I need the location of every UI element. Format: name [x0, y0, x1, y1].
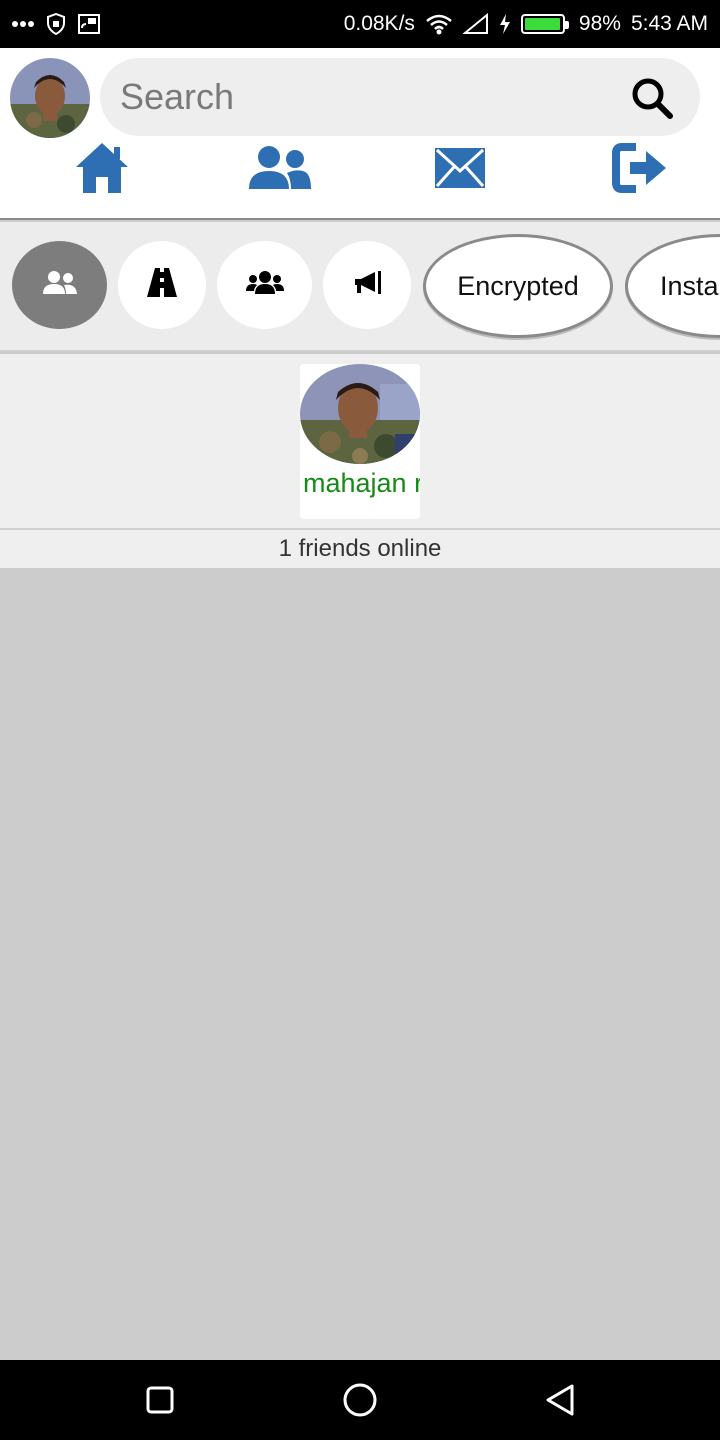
friends-icon [42, 270, 78, 300]
more-dots-icon [12, 20, 34, 28]
chip-label: Insta [660, 270, 719, 301]
chip-announcements[interactable] [323, 241, 411, 329]
online-count: 1 friends online [0, 530, 720, 568]
filter-bar: Encrypted Insta [0, 222, 720, 352]
search-bar [100, 58, 700, 136]
wifi-icon [425, 13, 453, 35]
road-icon [146, 267, 178, 303]
chip-friends[interactable] [12, 241, 107, 329]
chip-label: Encrypted [457, 270, 579, 301]
network-speed: 0.08K/s [343, 12, 415, 35]
friend-avatar [300, 364, 420, 464]
status-bar: 0.08K/s 98% 5:43 AM [0, 0, 720, 48]
logout-icon[interactable] [605, 138, 675, 198]
chip-insta[interactable]: Insta [625, 234, 720, 338]
battery-icon [520, 14, 569, 34]
megaphone-icon [351, 270, 383, 301]
battery-percent: 98% [578, 12, 621, 35]
online-friends-list: mahajan r [0, 354, 720, 530]
friend-card[interactable]: mahajan r [300, 364, 420, 519]
profile-avatar[interactable] [10, 58, 90, 138]
home-button-icon[interactable] [340, 1380, 380, 1420]
app-header [0, 48, 720, 220]
search-input[interactable] [120, 72, 600, 122]
main-nav [0, 138, 720, 198]
shield-icon [46, 13, 66, 35]
groups-icon [245, 270, 284, 300]
chip-encrypted[interactable]: Encrypted [423, 234, 613, 338]
chip-groups[interactable] [217, 241, 312, 329]
system-nav-bar [0, 1360, 720, 1440]
clock: 5:43 AM [630, 12, 708, 35]
recents-icon[interactable] [140, 1380, 180, 1420]
messages-icon[interactable] [425, 138, 495, 198]
home-icon[interactable] [67, 138, 137, 198]
cast-icon [78, 14, 100, 34]
signal-icon [462, 13, 489, 35]
friend-name[interactable]: mahajan r [303, 468, 420, 499]
back-icon[interactable] [540, 1380, 580, 1420]
friends-icon[interactable] [245, 138, 315, 198]
content-area [0, 568, 720, 1360]
search-icon[interactable] [630, 76, 674, 120]
charging-icon [499, 13, 511, 35]
chip-road[interactable] [118, 241, 206, 329]
